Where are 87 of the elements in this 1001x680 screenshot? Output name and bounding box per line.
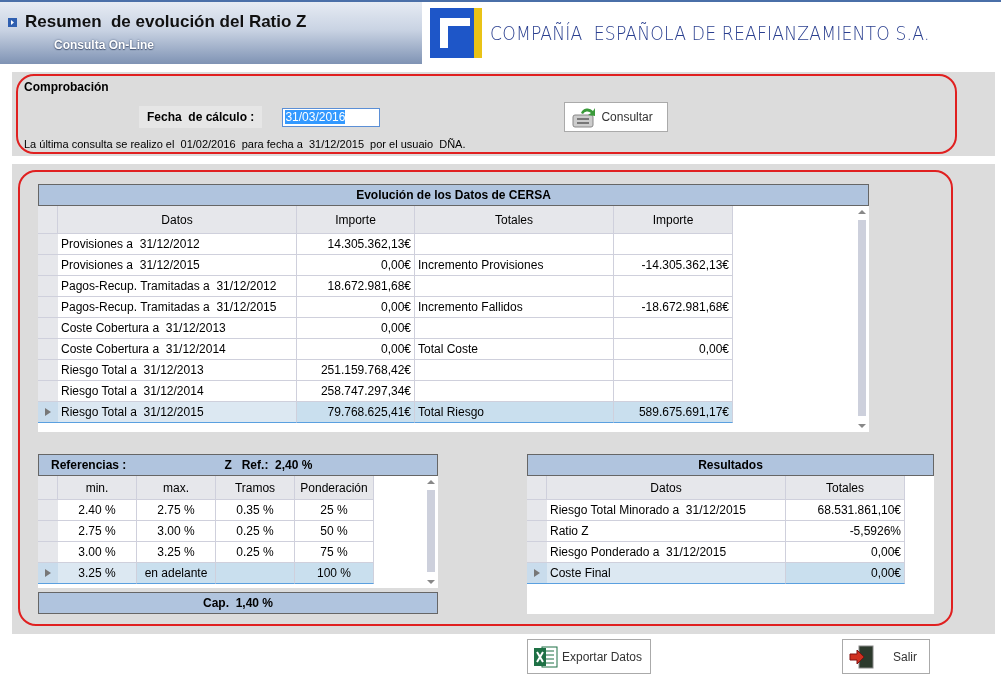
table-cell: Total Coste xyxy=(415,339,614,360)
exit-button[interactable]: Salir xyxy=(842,639,930,674)
table-cell: Provisiones a 31/12/2015 xyxy=(58,255,297,276)
company-logo xyxy=(429,8,482,58)
exit-door-icon xyxy=(849,643,875,670)
table-cell: 2.40 % xyxy=(58,500,137,521)
table-cell: Ratio Z xyxy=(547,521,786,542)
table-cell: -5,5926% xyxy=(786,521,905,542)
table-cell: 0,00€ xyxy=(297,339,415,360)
table-cell: 2.75 % xyxy=(58,521,137,542)
table-cell: 0,00€ xyxy=(297,297,415,318)
row-selector[interactable] xyxy=(38,402,58,423)
table-cell: Riesgo Total a 31/12/2014 xyxy=(58,381,297,402)
spreadsheet-icon xyxy=(534,644,558,669)
table-cell: Incremento Provisiones xyxy=(415,255,614,276)
column-header[interactable]: Totales xyxy=(415,206,614,234)
row-selector[interactable] xyxy=(38,563,58,584)
table-cell: Coste Final xyxy=(547,563,786,584)
table-title: Evolución de los Datos de CERSA xyxy=(38,184,869,206)
table-cell: Provisiones a 31/12/2012 xyxy=(58,234,297,255)
company-name: COMPAÑÍA ESPAÑOLA DE REAFIANZAMIENTO S.A. xyxy=(489,21,930,45)
column-header[interactable]: min. xyxy=(58,476,137,500)
section-title: Comprobación xyxy=(24,80,110,94)
corner-cell xyxy=(527,476,547,500)
table-cell: 0.25 % xyxy=(216,542,295,563)
table-cell: -14.305.362,13€ xyxy=(614,255,733,276)
date-label: Fecha de cálculo : xyxy=(139,106,263,128)
table-cell: Incremento Fallidos xyxy=(415,297,614,318)
table-title: Resultados xyxy=(527,454,934,476)
table-cell: Riesgo Total Minorado a 31/12/2015 xyxy=(547,500,786,521)
row-pointer-icon xyxy=(45,569,51,577)
table-cell: 50 % xyxy=(295,521,374,542)
refresh-document-icon xyxy=(571,105,598,129)
table-cell: 0,00€ xyxy=(297,255,415,276)
table-cell: Riesgo Total a 31/12/2015 xyxy=(58,402,297,423)
table-cell: Pagos-Recup. Tramitadas a 31/12/2015 xyxy=(58,297,297,318)
corner-cell xyxy=(38,476,58,500)
column-header[interactable]: Importe xyxy=(614,206,733,234)
table-cell: 3.25 % xyxy=(58,563,137,584)
z-ref-value: Z Ref.: 2,40 % xyxy=(224,458,313,472)
row-pointer-icon xyxy=(534,569,540,577)
consult-button[interactable]: Consultar xyxy=(564,102,669,132)
table-cell: 68.531.861,10€ xyxy=(786,500,905,521)
table-cell: Riesgo Ponderado a 31/12/2015 xyxy=(547,542,786,563)
table-cell: 25 % xyxy=(295,500,374,521)
table-cell: -18.672.981,68€ xyxy=(614,297,733,318)
row-selector[interactable] xyxy=(527,563,547,584)
table-cell: 0.25 % xyxy=(216,521,295,542)
table-cell: 0,00€ xyxy=(786,563,905,584)
column-header[interactable]: Datos xyxy=(547,476,786,500)
table-cell: 258.747.297,34€ xyxy=(297,381,415,402)
table-cell: 0.35 % xyxy=(216,500,295,521)
page-title: Resumen de evolución del Ratio Z xyxy=(25,12,307,32)
table-cell: Riesgo Total a 31/12/2013 xyxy=(58,360,297,381)
bullet-icon xyxy=(8,17,17,27)
export-button[interactable]: Exportar Datos xyxy=(527,639,651,674)
table-cell: Coste Cobertura a 31/12/2013 xyxy=(58,318,297,339)
table-cell: 589.675.691,17€ xyxy=(614,402,733,423)
table-cell: 0,00€ xyxy=(297,318,415,339)
table-cell: 3.25 % xyxy=(137,542,216,563)
table-cell: 75 % xyxy=(295,542,374,563)
cap-value: Cap. 1,40 % xyxy=(38,592,438,614)
table-cell: 0,00€ xyxy=(786,542,905,563)
table-cell: 18.672.981,68€ xyxy=(297,276,415,297)
table-cell: 100 % xyxy=(295,563,374,584)
page-subtitle: Consulta On-Line xyxy=(54,38,154,52)
table-cell: 3.00 % xyxy=(137,521,216,542)
table-cell: 2.75 % xyxy=(137,500,216,521)
table-cell: 14.305.362,13€ xyxy=(297,234,415,255)
corner-cell xyxy=(38,206,58,234)
table-cell: 0,00€ xyxy=(614,339,733,360)
table-cell: Pagos-Recup. Tramitadas a 31/12/2012 xyxy=(58,276,297,297)
last-query-note: La última consulta se realizo el 01/02/2016 para fecha a 31/12/2015 por el usuaio DÑA. xyxy=(24,138,467,150)
row-pointer-icon xyxy=(45,408,51,416)
table-cell: 3.00 % xyxy=(58,542,137,563)
table-cell: Total Riesgo xyxy=(415,402,614,423)
column-header[interactable]: Datos xyxy=(58,206,297,234)
column-header[interactable]: Ponderación xyxy=(295,476,374,500)
column-header[interactable]: Importe xyxy=(297,206,415,234)
table-cell: 79.768.625,41€ xyxy=(297,402,415,423)
table-cell: en adelante xyxy=(137,563,216,584)
table-cell: 251.159.768,42€ xyxy=(297,360,415,381)
column-header[interactable]: Totales xyxy=(786,476,905,500)
column-header[interactable]: max. xyxy=(137,476,216,500)
table-cell: Coste Cobertura a 31/12/2014 xyxy=(58,339,297,360)
references-label: Referencias : xyxy=(51,458,127,472)
column-header[interactable]: Tramos xyxy=(216,476,295,500)
